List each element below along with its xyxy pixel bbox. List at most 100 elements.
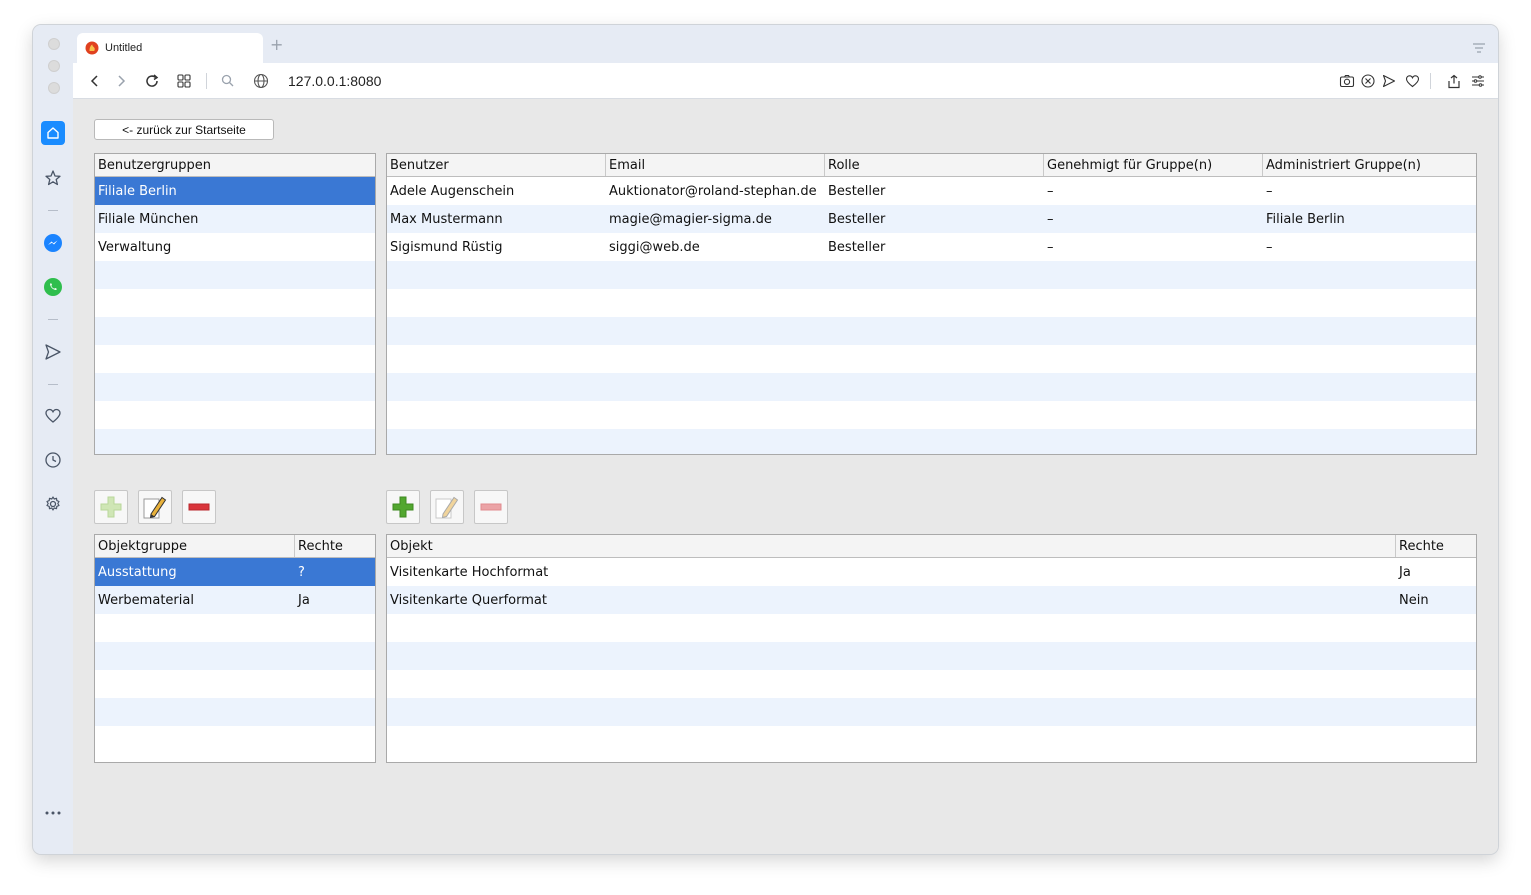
objects-body: Visitenkarte Hochformat Ja Visitenkarte Qu…	[387, 558, 1476, 754]
table-cell: Ja	[1399, 564, 1411, 580]
table-cell: siggi@web.de	[609, 239, 700, 255]
delete-user-button[interactable]	[474, 490, 508, 524]
delete-group-button[interactable]	[182, 490, 216, 524]
column-header[interactable]: Email	[606, 154, 825, 176]
send-icon[interactable]	[41, 340, 65, 364]
column-header[interactable]: Genehmigt für Gruppe(n)	[1044, 154, 1263, 176]
table-cell: ?	[298, 564, 305, 580]
user-groups-table: Benutzergruppen Filiale Berlin Filiale Mü…	[94, 153, 376, 455]
globe-icon	[251, 71, 271, 91]
bookmark-heart-icon[interactable]	[1402, 71, 1422, 91]
users-table: Benutzer Email Rolle Genehmigt für Gruppe(n…	[386, 153, 1477, 455]
add-user-button[interactable]	[386, 490, 420, 524]
table-cell: –	[1047, 183, 1054, 199]
table-cell: Ausstattung	[98, 564, 177, 580]
column-header[interactable]: Rechte	[1396, 535, 1476, 557]
empty-row	[387, 670, 1476, 698]
column-header[interactable]: Rolle	[825, 154, 1044, 176]
table-cell: –	[1266, 239, 1273, 255]
tab-title: Untitled	[105, 42, 143, 54]
sidebar-separator	[48, 384, 58, 385]
empty-row	[387, 317, 1476, 345]
empty-row	[95, 726, 375, 754]
edit-user-button[interactable]	[430, 490, 464, 524]
column-header[interactable]: Benutzergruppen	[95, 154, 375, 176]
table-cell: Filiale Berlin	[98, 183, 177, 199]
tab-bar: Untitled +	[73, 25, 1498, 63]
browser-tab[interactable]: Untitled	[77, 33, 263, 63]
column-header[interactable]: Objektgruppe	[95, 535, 295, 557]
heart-icon[interactable]	[41, 404, 65, 428]
users-body: Adele Augenschein Auktionator@roland-step…	[387, 177, 1476, 454]
settings-gear-icon[interactable]	[41, 492, 65, 516]
table-cell: Filiale Berlin	[1266, 211, 1345, 227]
sidebar-separator	[48, 210, 58, 211]
minus-icon	[480, 503, 502, 511]
column-header[interactable]: Benutzer	[387, 154, 606, 176]
object-groups-body: Ausstattung? Werbematerial Ja	[95, 558, 375, 754]
empty-row	[387, 401, 1476, 429]
bookmark-star-icon[interactable]	[41, 166, 65, 190]
column-header[interactable]: Administriert Gruppe(n)	[1263, 154, 1476, 176]
object-groups-header: Objektgruppe Rechte	[95, 535, 375, 558]
history-clock-icon[interactable]	[41, 448, 65, 472]
search-engine-icon[interactable]	[218, 71, 238, 91]
toolbar-separator	[1430, 73, 1431, 89]
empty-row	[95, 317, 375, 345]
user-groups-body: Filiale Berlin Filiale München Verwaltung	[95, 177, 375, 454]
empty-row	[95, 401, 375, 429]
table-cell: Besteller	[828, 239, 886, 255]
snapshot-camera-icon[interactable]	[1337, 71, 1357, 91]
easy-setup-sliders-icon[interactable]	[1468, 71, 1488, 91]
adblock-icon[interactable]	[1358, 71, 1378, 91]
column-header[interactable]: Objekt	[387, 535, 1396, 557]
window-zoom-button[interactable]	[48, 82, 60, 94]
whatsapp-icon[interactable]	[41, 275, 65, 299]
url-field[interactable]: 127.0.0.1:8080	[288, 73, 381, 89]
table-row[interactable]: Sigismund Rüstig siggi@web.de Besteller – –	[387, 233, 1476, 261]
window-minimize-button[interactable]	[48, 60, 60, 72]
table-row[interactable]: Filiale Berlin	[95, 177, 375, 205]
table-row[interactable]: Werbematerial Ja	[95, 586, 375, 614]
send-to-flow-icon[interactable]	[1379, 71, 1399, 91]
browser-sidebar	[33, 25, 73, 854]
back-chevron-icon[interactable]	[85, 71, 105, 91]
minus-icon	[188, 503, 210, 511]
add-group-button[interactable]	[94, 490, 128, 524]
page-content: <- zurück zur Startseite Benutzergruppen…	[73, 99, 1498, 854]
empty-row	[95, 429, 375, 454]
plus-icon	[392, 496, 414, 518]
column-header[interactable]: Rechte	[295, 535, 375, 557]
empty-row	[95, 345, 375, 373]
empty-row	[95, 289, 375, 317]
table-row[interactable]: Visitenkarte Querformat Nein	[387, 586, 1476, 614]
speed-dial-grid-icon[interactable]	[174, 71, 194, 91]
table-cell: Auktionator@roland-stephan.de	[609, 183, 817, 199]
table-cell: Max Mustermann	[390, 211, 503, 227]
table-row[interactable]: Adele Augenschein Auktionator@roland-step…	[387, 177, 1476, 205]
sidebar-separator	[48, 319, 58, 320]
users-header: Benutzer Email Rolle Genehmigt für Gruppe(n…	[387, 154, 1476, 177]
new-tab-plus-icon[interactable]: +	[270, 35, 283, 54]
window-close-button[interactable]	[48, 38, 60, 50]
edit-group-button[interactable]	[138, 490, 172, 524]
table-row[interactable]: Verwaltung	[95, 233, 375, 261]
tab-menu-icon[interactable]	[1472, 39, 1486, 58]
table-cell: Werbematerial	[98, 592, 194, 608]
table-row[interactable]: Visitenkarte Hochformat Ja	[387, 558, 1476, 586]
toolbar-separator	[206, 73, 207, 89]
table-row[interactable]: Ausstattung?	[95, 558, 375, 586]
table-row[interactable]: Max Mustermann magie@magier-sigma.de Beste…	[387, 205, 1476, 233]
back-to-start-button[interactable]: <- zurück zur Startseite	[94, 119, 274, 140]
share-icon[interactable]	[1444, 71, 1464, 91]
plus-icon	[100, 496, 122, 518]
home-icon[interactable]	[41, 121, 65, 145]
forward-chevron-icon[interactable]	[111, 71, 131, 91]
more-options-icon[interactable]	[41, 801, 65, 825]
empty-row	[387, 373, 1476, 401]
table-cell: Visitenkarte Hochformat	[390, 564, 549, 580]
reload-icon[interactable]	[142, 71, 162, 91]
table-row[interactable]: Filiale München	[95, 205, 375, 233]
messenger-icon[interactable]	[41, 231, 65, 255]
empty-row	[95, 373, 375, 401]
